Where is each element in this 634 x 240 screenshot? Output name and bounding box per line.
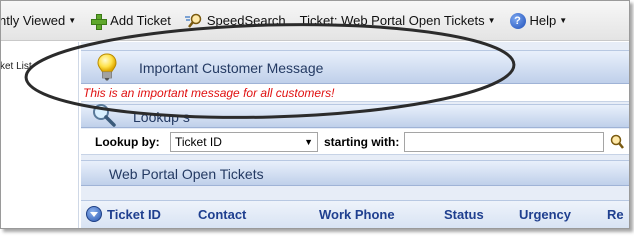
recently-viewed-menu[interactable]: ntly Viewed ▼	[0, 10, 77, 32]
column-work-phone[interactable]: Work Phone	[319, 207, 395, 222]
announcement-message: This is an important message for all cus…	[81, 84, 629, 102]
chevron-down-icon: ▼	[304, 136, 313, 147]
lookup-title: Lookup s	[133, 109, 190, 125]
magnifier-icon	[93, 104, 116, 127]
chevron-down-icon: ▼	[68, 16, 77, 25]
tickets-column-header: Ticket ID Contact Work Phone Status Urge…	[81, 200, 629, 228]
lookup-by-label: Lookup by:	[95, 134, 160, 149]
lightbulb-icon	[97, 53, 117, 81]
help-menu[interactable]: ? Help ▼	[509, 10, 568, 32]
toolbar: ntly Viewed ▼ Add Ticket SpeedSearch Tic…	[1, 1, 629, 41]
sidebar: cket List	[1, 42, 79, 228]
app-window: ntly Viewed ▼ Add Ticket SpeedSearch Tic…	[0, 0, 630, 229]
announcement-title: Important Customer Message	[139, 60, 324, 76]
column-urgency[interactable]: Urgency	[519, 207, 571, 222]
column-contact[interactable]: Contact	[198, 207, 246, 222]
add-ticket-label: Add Ticket	[110, 13, 171, 28]
chevron-down-icon: ▼	[487, 16, 496, 25]
ticket-view-label: Ticket: Web Portal Open Tickets	[299, 13, 485, 28]
column-re[interactable]: Re	[607, 207, 624, 222]
main-content: Important Customer Message This is an im…	[81, 42, 629, 228]
chevron-down-icon: ▼	[559, 16, 568, 25]
speedsearch-button[interactable]: SpeedSearch	[184, 10, 286, 32]
plus-icon	[90, 13, 108, 30]
lookup-form: Lookup by: Ticket ID ▼ starting with:	[81, 129, 629, 155]
tickets-title: Web Portal Open Tickets	[109, 166, 264, 182]
announcement-header: Important Customer Message	[81, 50, 629, 84]
lookup-header: Lookup s	[81, 104, 629, 128]
sort-icon[interactable]	[86, 206, 102, 222]
starting-with-label: starting with:	[324, 134, 400, 149]
column-status[interactable]: Status	[444, 207, 484, 222]
lookup-by-select[interactable]: Ticket ID ▼	[170, 131, 318, 152]
sidebar-item-ticket-list[interactable]: cket List	[1, 61, 32, 72]
tickets-header: Web Portal Open Tickets	[81, 160, 629, 186]
ticket-view-menu[interactable]: Ticket: Web Portal Open Tickets ▼	[300, 10, 496, 32]
column-ticket-id[interactable]: Ticket ID	[107, 207, 161, 222]
recently-viewed-label: ntly Viewed	[0, 13, 66, 28]
go-search-icon[interactable]	[609, 134, 625, 150]
help-icon: ?	[509, 12, 526, 29]
speedsearch-icon	[184, 13, 202, 28]
add-ticket-button[interactable]: Add Ticket	[90, 10, 171, 32]
starting-with-input[interactable]	[404, 131, 604, 152]
speedsearch-label: SpeedSearch	[206, 13, 286, 28]
lookup-by-value: Ticket ID	[175, 134, 222, 149]
help-label: Help	[529, 13, 557, 28]
